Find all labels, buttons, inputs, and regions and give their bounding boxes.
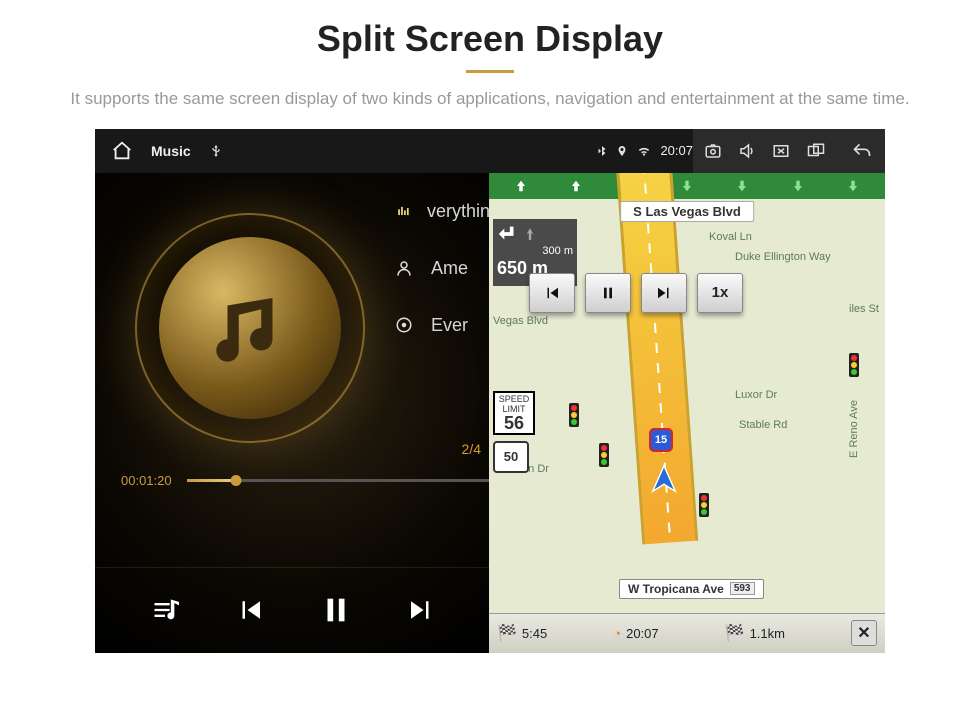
split-container: verythin Ame Ever 2/4 00:01:20 xyxy=(95,173,885,653)
map-label: E Reno Ave xyxy=(848,400,860,458)
map-label: Duke Ellington Way xyxy=(735,251,831,263)
speed-limit-label: SPEED LIMIT xyxy=(495,394,533,414)
remaining-distance: 🏁 1.1km xyxy=(725,623,785,643)
traffic-light-icon xyxy=(599,443,609,467)
route-shield: 50 xyxy=(493,441,529,473)
next-street-name: W Tropicana Ave xyxy=(628,582,724,596)
usb-icon xyxy=(209,142,223,160)
map-label: Stable Rd xyxy=(739,419,787,431)
music-controls xyxy=(95,567,489,653)
music-pane: verythin Ame Ever 2/4 00:01:20 xyxy=(95,173,489,653)
current-street-sign: S Las Vegas Blvd xyxy=(620,201,754,222)
nav-sim-controls: 1x xyxy=(529,273,743,313)
lane-download-icon xyxy=(735,178,749,194)
traffic-light-icon xyxy=(569,403,579,427)
flag-icon: 🏁 xyxy=(497,623,517,643)
map-label: iles St xyxy=(849,303,879,315)
nav-lane-bar xyxy=(489,173,885,199)
status-bar: Music 20:07 xyxy=(95,129,885,173)
now-playing-icon xyxy=(395,204,413,218)
map-label: Luxor Dr xyxy=(735,389,777,401)
device-frame: Music 20:07 xyxy=(95,129,885,653)
track-title: Ever xyxy=(431,315,468,336)
eta-time: 🏁 5:45 xyxy=(497,623,547,643)
speed-limit-sign: SPEED LIMIT 56 xyxy=(493,391,535,435)
album-art xyxy=(135,213,365,443)
lane-arrow-icon xyxy=(569,178,583,194)
clock-icon: ◔ xyxy=(613,626,621,641)
eta-value: 5:45 xyxy=(522,626,547,641)
map-label: Vegas Blvd xyxy=(493,315,548,327)
back-icon[interactable] xyxy=(849,141,875,161)
track-row-2[interactable]: Ame xyxy=(395,258,489,279)
location-icon xyxy=(616,143,628,159)
map-label: Koval Ln xyxy=(709,231,752,243)
nav-bottom-bar: 🏁 5:45 ◔ 20:07 🏁 1.1km ✕ xyxy=(489,613,885,653)
nav-clock-value: 20:07 xyxy=(626,626,659,641)
progress-area: 00:01:20 xyxy=(121,473,489,488)
vehicle-cursor-icon xyxy=(647,463,681,497)
turn-distance-1: 300 m xyxy=(497,245,573,258)
track-list: verythin Ame Ever xyxy=(395,201,489,336)
next-street-sign: W Tropicana Ave 593 xyxy=(619,579,764,599)
page-title: Split Screen Display xyxy=(0,0,980,60)
progress-bar[interactable] xyxy=(187,479,489,482)
album-icon xyxy=(395,316,417,334)
lane-download-icon xyxy=(680,178,694,194)
nav-close-button[interactable]: ✕ xyxy=(851,620,877,646)
nav-clock: ◔ 20:07 xyxy=(613,626,658,641)
exit-number: 593 xyxy=(730,582,755,595)
traffic-light-icon xyxy=(699,493,709,517)
page-subtitle: It supports the same screen display of t… xyxy=(40,87,940,111)
lane-arrow-icon xyxy=(514,178,528,194)
status-clock: 20:07 xyxy=(660,143,693,158)
track-title: verythin xyxy=(427,201,489,222)
screenshot-icon[interactable] xyxy=(703,142,723,160)
sim-next-button[interactable] xyxy=(641,273,687,313)
distance-value: 1.1km xyxy=(750,626,785,641)
split-screen-icon[interactable] xyxy=(805,142,827,160)
sim-prev-button[interactable] xyxy=(529,273,575,313)
flag-icon: 🏁 xyxy=(725,623,745,643)
music-note-icon xyxy=(205,283,295,373)
prev-button[interactable] xyxy=(235,595,265,625)
wifi-icon xyxy=(636,144,652,158)
sim-speed-button[interactable]: 1x xyxy=(697,273,743,313)
playlist-button[interactable] xyxy=(148,596,182,624)
artist-icon xyxy=(395,259,417,277)
home-icon[interactable] xyxy=(111,140,133,162)
turn-left-icon xyxy=(497,223,519,245)
pause-button[interactable] xyxy=(319,591,353,629)
lane-download-icon xyxy=(846,178,860,194)
title-underline xyxy=(466,70,514,73)
lane-download-icon xyxy=(791,178,805,194)
volume-icon[interactable] xyxy=(737,142,757,160)
turn-ahead-icon xyxy=(523,224,537,244)
navigation-pane: S Las Vegas Blvd 300 m 650 m xyxy=(489,173,885,653)
elapsed-time: 00:01:20 xyxy=(121,473,177,488)
close-window-icon[interactable] xyxy=(771,142,791,160)
track-row-1[interactable]: verythin xyxy=(395,201,489,222)
track-row-3[interactable]: Ever xyxy=(395,315,489,336)
sim-pause-button[interactable] xyxy=(585,273,631,313)
track-counter: 2/4 xyxy=(462,441,481,457)
bluetooth-icon xyxy=(596,143,608,159)
status-app-label: Music xyxy=(151,143,191,159)
traffic-light-icon xyxy=(849,353,859,377)
track-title: Ame xyxy=(431,258,468,279)
interstate-shield: 15 xyxy=(649,428,673,452)
next-button[interactable] xyxy=(406,595,436,625)
speed-limit-value: 56 xyxy=(495,414,533,432)
